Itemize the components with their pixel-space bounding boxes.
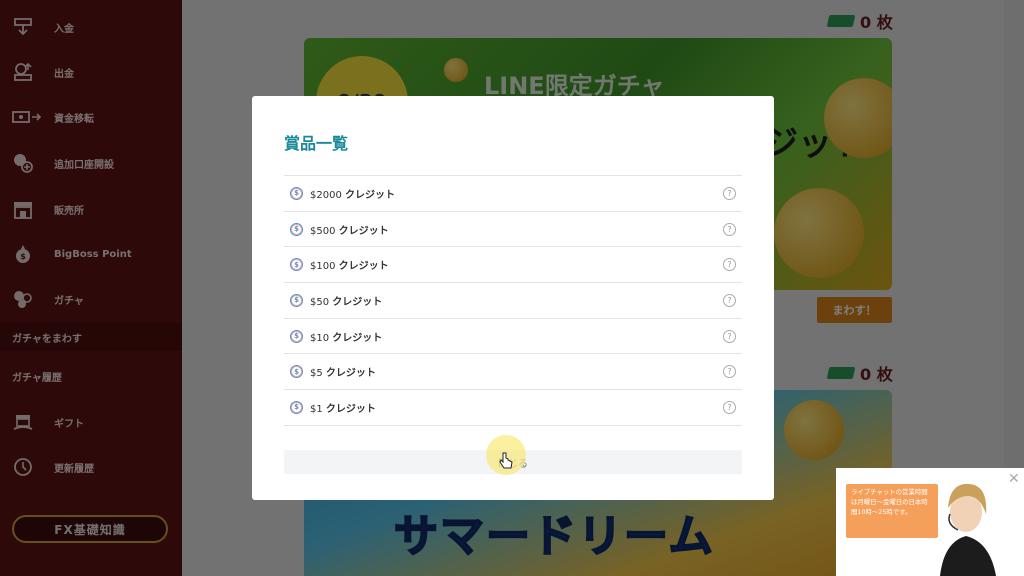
prize-label: $10 クレジット: [310, 329, 382, 344]
prize-unit: クレジット: [325, 403, 376, 415]
prize-row: $ $1 クレジット ?: [284, 390, 742, 426]
coin-icon: $: [290, 400, 303, 414]
prize-unit: クレジット: [332, 296, 383, 308]
prize-row: $ $500 クレジット ?: [284, 212, 742, 248]
prize-unit: クレジット: [325, 368, 376, 380]
prize-label: $5 クレジット: [310, 364, 376, 379]
coin-icon: $: [290, 186, 303, 200]
coin-icon: $: [290, 365, 303, 379]
prize-label: $2000 クレジット: [310, 186, 395, 201]
help-icon[interactable]: ?: [723, 400, 736, 414]
help-icon[interactable]: ?: [723, 329, 736, 343]
prize-amount: $100: [310, 261, 336, 273]
prize-amount: $50: [310, 296, 330, 308]
prize-amount: $2000: [310, 189, 342, 201]
prize-amount: $5: [310, 368, 323, 380]
prize-unit: クレジット: [345, 189, 395, 201]
prize-row: $ $2000 クレジット ?: [284, 176, 742, 212]
prize-label: $1 クレジット: [310, 400, 376, 415]
prize-label: $100 クレジット: [310, 257, 389, 272]
modal-title: 賞品一覧: [284, 134, 349, 153]
prize-label: $50 クレジット: [310, 293, 382, 308]
prize-label: $500 クレジット: [310, 222, 389, 237]
prize-row: $ $50 クレジット ?: [284, 283, 742, 319]
coin-icon: $: [290, 222, 303, 236]
help-icon[interactable]: ?: [723, 222, 736, 236]
chat-close-icon[interactable]: ✕: [1008, 472, 1022, 486]
prize-amount: $1: [310, 403, 323, 415]
help-icon[interactable]: ?: [723, 258, 736, 272]
coin-icon: $: [290, 329, 303, 343]
help-icon[interactable]: ?: [723, 365, 736, 379]
coin-icon: $: [290, 258, 303, 272]
prize-row: $ $100 クレジット ?: [284, 247, 742, 284]
prize-unit: クレジット: [338, 225, 389, 237]
prize-row: $ $5 クレジット ?: [284, 354, 742, 391]
prize-amount: $500: [310, 225, 336, 237]
help-icon[interactable]: ?: [723, 186, 736, 200]
chat-operator-avatar: [940, 483, 996, 576]
prize-amount: $10: [310, 332, 330, 344]
coin-icon: $: [290, 293, 303, 307]
prize-unit: クレジット: [338, 261, 389, 273]
prize-row: $ $10 クレジット ?: [284, 319, 742, 355]
prize-unit: クレジット: [332, 332, 383, 344]
hand-cursor-icon: [499, 452, 513, 469]
prize-list: $ $2000 クレジット ? $ $500 クレジット ? $ $100 クレ…: [284, 175, 742, 426]
help-icon[interactable]: ?: [723, 293, 736, 307]
